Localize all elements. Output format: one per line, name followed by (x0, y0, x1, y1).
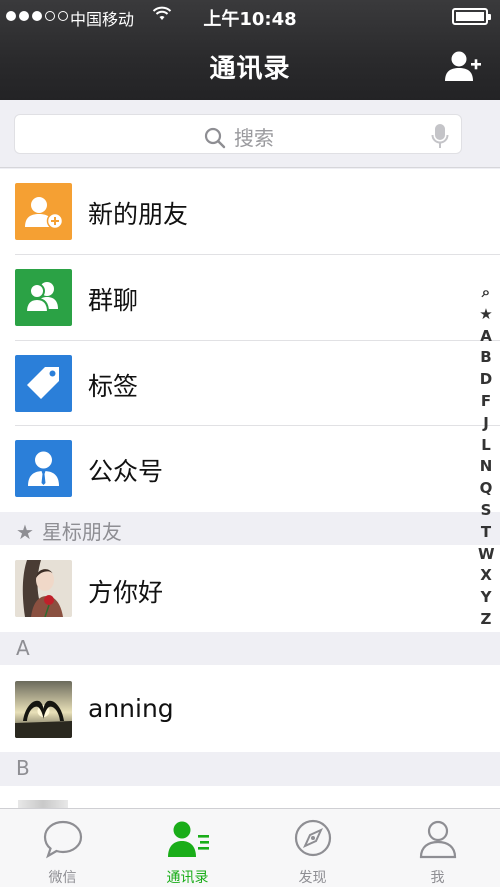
star-icon: ★ (16, 520, 34, 544)
heart-sunset-avatar (15, 681, 72, 738)
compass-icon (294, 819, 332, 857)
index-letter[interactable]: W (478, 544, 495, 566)
section-header-b: B (0, 752, 500, 786)
avatar (18, 800, 68, 808)
tag-icon (15, 355, 72, 412)
section-header-starred: ★ 星标朋友 (0, 512, 500, 544)
index-letter[interactable]: J (478, 413, 494, 435)
top-bar: 中国移动 上午10:48 通讯录 (0, 0, 500, 100)
alphabet-index[interactable]: ⌕ ★ A B D F J L N Q S T W X Y Z (478, 282, 495, 631)
list-item-official-accounts[interactable]: 公众号 (0, 426, 500, 512)
search-input[interactable]: 搜索 (14, 114, 462, 154)
index-letter[interactable]: Z (478, 609, 494, 631)
list-item-tags[interactable]: 标签 (0, 341, 500, 426)
new-friend-icon (15, 183, 72, 240)
contact-row-anning[interactable]: anning (0, 665, 500, 752)
contact-name: 方你好 (88, 578, 164, 607)
list-item-label: 公众号 (88, 457, 164, 486)
index-letter[interactable]: D (478, 369, 494, 391)
chat-bubble-icon (43, 820, 83, 859)
index-letter[interactable]: Q (478, 478, 494, 500)
status-time: 上午10:48 (203, 9, 297, 30)
section-title: 星标朋友 (41, 520, 122, 544)
tab-label: 我 (430, 870, 445, 886)
search-icon (204, 127, 226, 149)
section-header-a: A (0, 632, 500, 665)
page-title: 通讯录 (209, 54, 291, 84)
tab-contacts[interactable]: 通讯录 (125, 809, 250, 887)
contact-name: anning (88, 694, 174, 723)
index-letter[interactable]: ⌕ (478, 282, 494, 304)
tab-discover[interactable]: 发现 (250, 809, 375, 887)
tab-bar: 微信 通讯录 发现 我 (0, 808, 500, 887)
group-chat-icon (15, 269, 72, 326)
list-item-label: 群聊 (88, 286, 139, 315)
index-letter[interactable]: ★ (478, 304, 494, 326)
list-item-label: 新的朋友 (88, 200, 189, 229)
add-contact-icon[interactable] (444, 50, 482, 82)
list-item-group-chat[interactable]: 群聊 (0, 255, 500, 341)
status-bar: 中国移动 上午10:48 (0, 0, 500, 32)
microphone-icon[interactable] (431, 123, 449, 153)
index-letter[interactable]: T (478, 522, 494, 544)
section-title: A (16, 636, 30, 660)
tab-label: 微信 (48, 870, 77, 886)
list-item-label: 标签 (88, 372, 139, 401)
index-letter[interactable]: Y (478, 587, 494, 609)
section-title: B (16, 756, 30, 780)
search-area: 搜索 (0, 100, 500, 168)
profile-icon (419, 820, 457, 859)
contact-row-partial[interactable] (0, 786, 500, 808)
index-letter[interactable]: B (478, 347, 494, 369)
index-letter[interactable]: L (478, 435, 494, 457)
tab-chats[interactable]: 微信 (0, 809, 125, 887)
index-letter[interactable]: N (478, 456, 494, 478)
contact-row-fang-nihao[interactable]: 方你好 (0, 545, 500, 632)
battery-icon (452, 8, 491, 25)
tab-label: 通讯录 (166, 870, 209, 886)
woman-with-rose-avatar (15, 560, 72, 617)
index-letter[interactable]: F (478, 391, 494, 413)
tab-me[interactable]: 我 (375, 809, 500, 887)
index-letter[interactable]: S (478, 500, 494, 522)
contacts-icon (168, 821, 209, 857)
official-account-icon (15, 440, 72, 497)
list-item-new-friends[interactable]: 新的朋友 (0, 169, 500, 255)
index-letter[interactable]: X (478, 565, 494, 587)
search-placeholder: 搜索 (234, 126, 274, 150)
index-letter[interactable]: A (478, 326, 494, 348)
tab-label: 发现 (298, 870, 327, 886)
